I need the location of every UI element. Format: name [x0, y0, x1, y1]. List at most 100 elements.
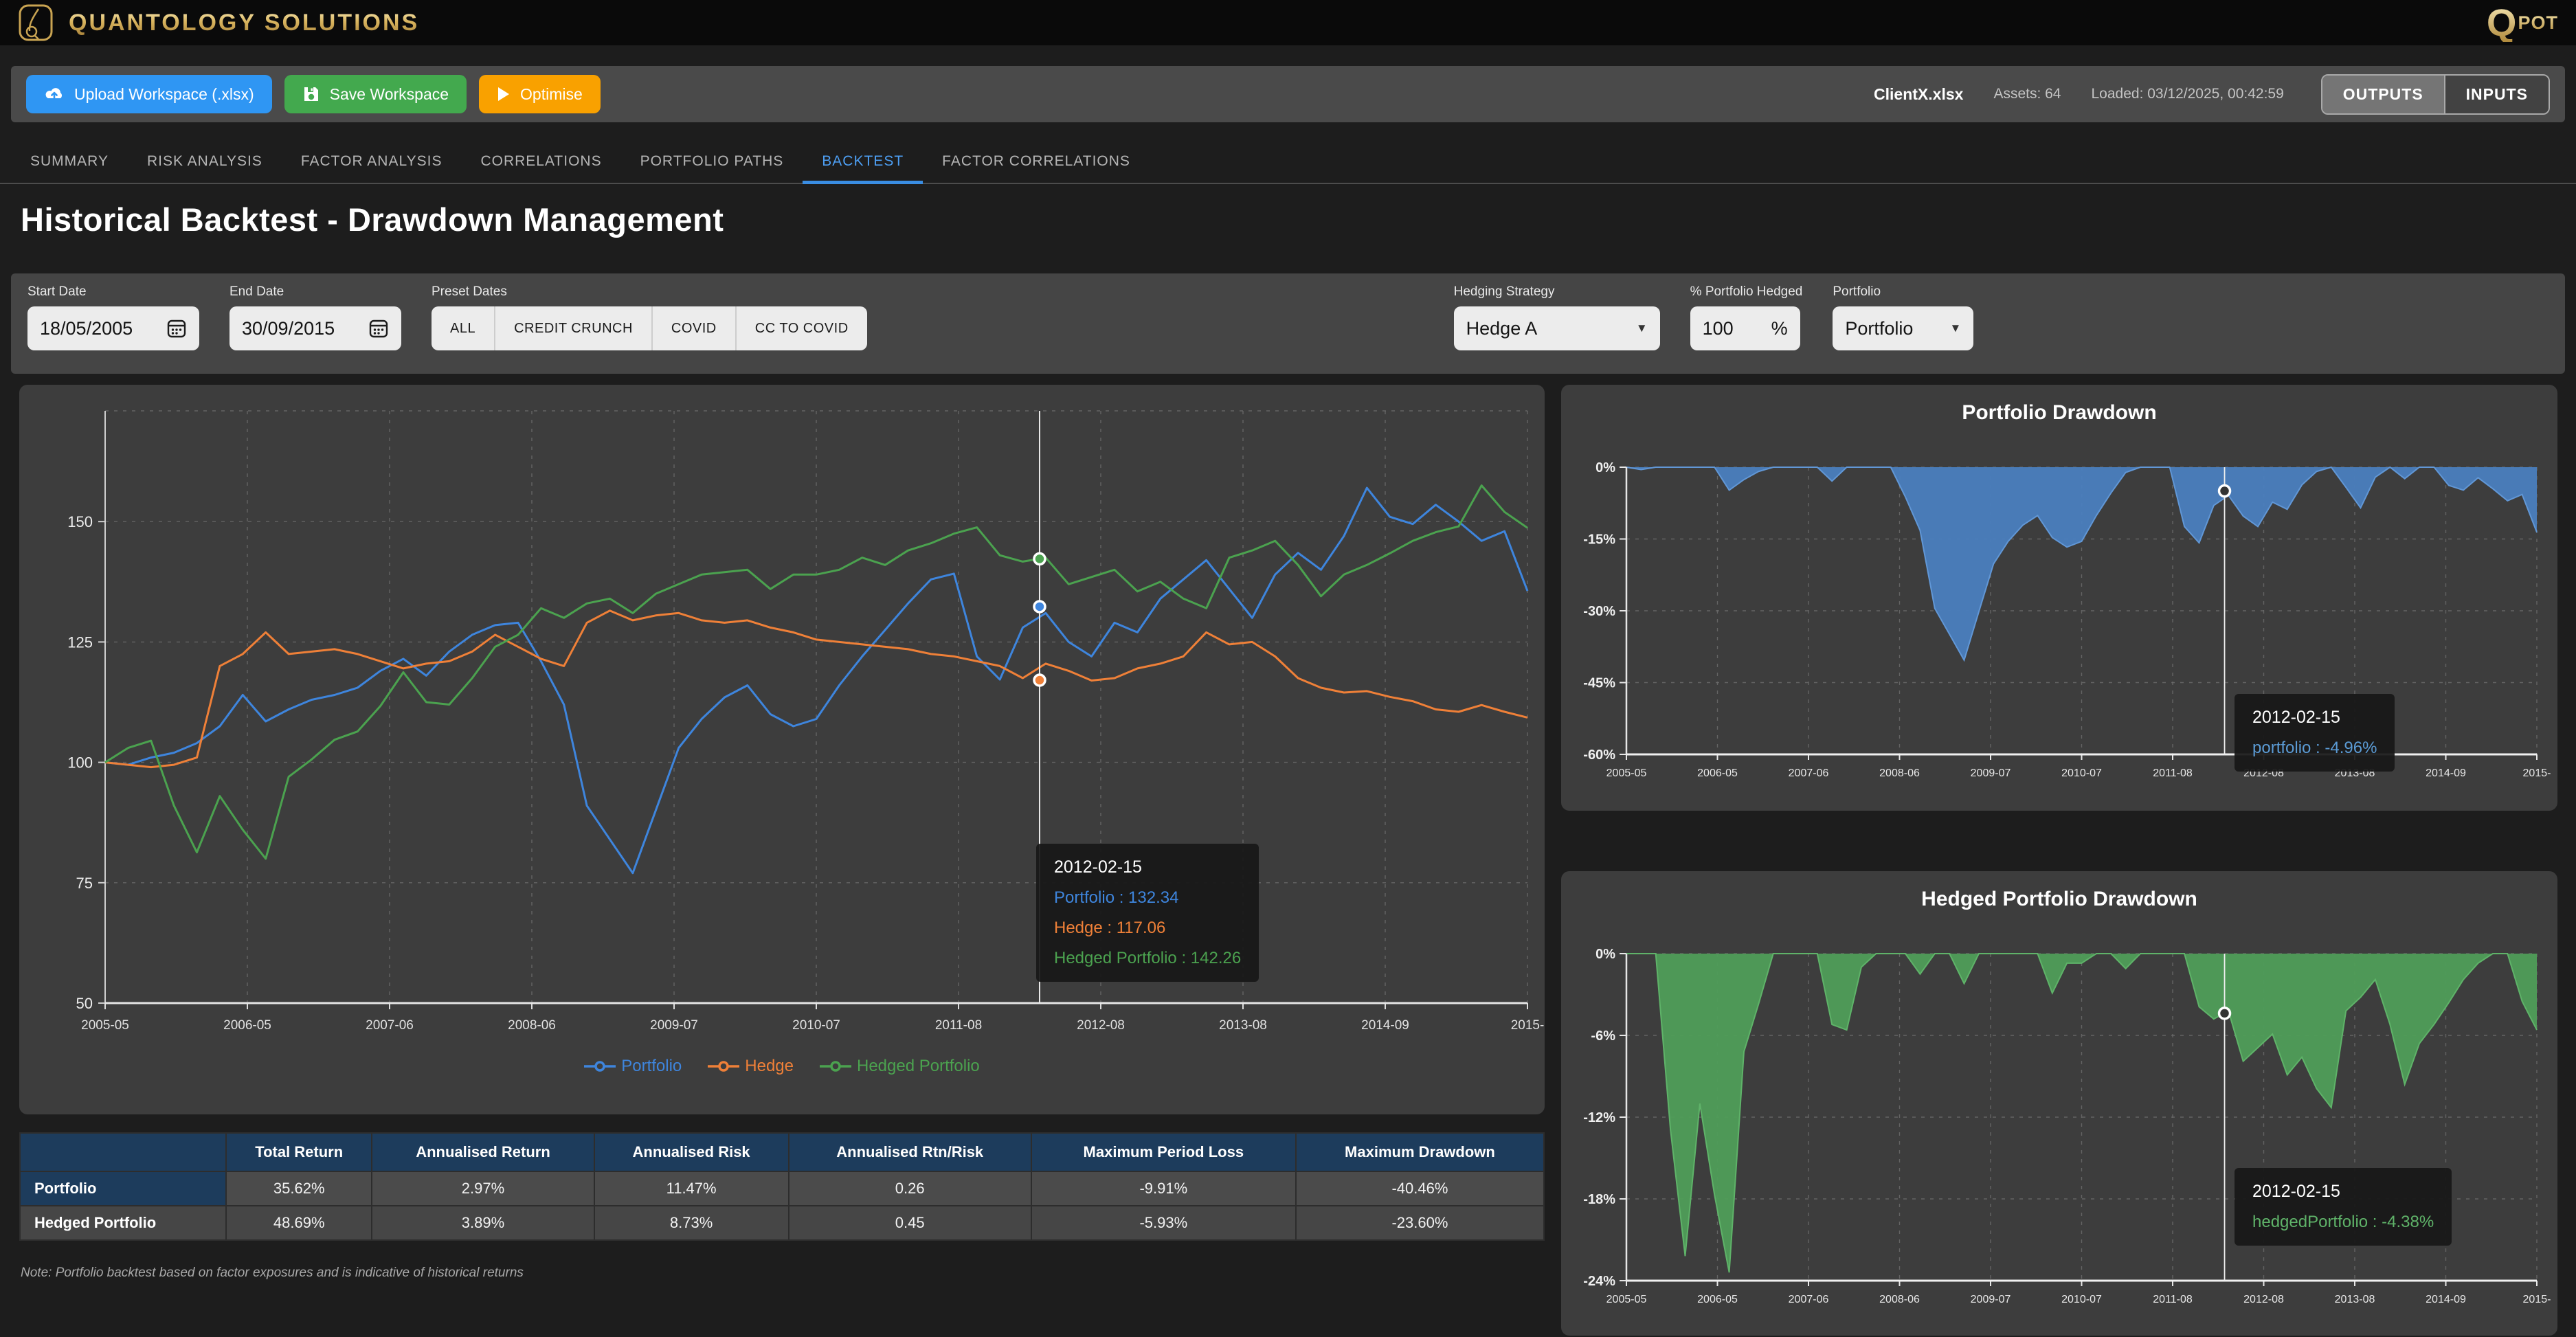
- svg-text:50: 50: [76, 995, 93, 1012]
- svg-text:150: 150: [67, 513, 93, 530]
- backtest-stats-table: Total ReturnAnnualised ReturnAnnualised …: [19, 1132, 1545, 1241]
- svg-text:-6%: -6%: [1591, 1029, 1615, 1044]
- table-row: Portfolio35.62%2.97%11.47%0.26-9.91%-40.…: [20, 1171, 1544, 1206]
- svg-text:-15%: -15%: [1583, 532, 1615, 548]
- svg-text:100: 100: [67, 754, 93, 772]
- portfolio-drawdown-title: Portfolio Drawdown: [1561, 385, 2557, 425]
- portfolio-select-label: Portfolio: [1833, 284, 1973, 300]
- end-date-input[interactable]: 30/09/2015: [229, 306, 401, 350]
- svg-text:2011-08: 2011-08: [2153, 767, 2193, 779]
- svg-text:-45%: -45%: [1583, 676, 1615, 691]
- calendar-icon[interactable]: [368, 318, 389, 339]
- table-column-header: Maximum Period Loss: [1031, 1133, 1296, 1171]
- table-cell: 0.26: [789, 1171, 1031, 1206]
- svg-text:2009-07: 2009-07: [650, 1018, 698, 1033]
- preset-credit-crunch[interactable]: CREDIT CRUNCH: [495, 306, 653, 350]
- workspace-filename: ClientX.xlsx: [1874, 85, 1963, 104]
- qpot-pot-text: POT: [2518, 12, 2558, 34]
- table-cell: 2.97%: [372, 1171, 594, 1206]
- tab-portfolio-paths[interactable]: PORTFOLIO PATHS: [621, 142, 803, 184]
- filter-bar: Start Date 18/05/2005 End Date 30/09/201…: [11, 273, 2565, 374]
- table-cell: 0.45: [789, 1206, 1031, 1240]
- table-cell: 11.47%: [594, 1171, 789, 1206]
- svg-text:2010-07: 2010-07: [792, 1018, 840, 1033]
- table-row-label: Portfolio: [20, 1171, 226, 1206]
- preset-cc-to-covid[interactable]: CC TO COVID: [737, 306, 867, 350]
- hedged-portfolio-drawdown-chart[interactable]: 0%-6%-12%-18%-24%2005-052006-052007-0620…: [1561, 911, 2557, 1329]
- svg-text:75: 75: [76, 875, 93, 892]
- save-floppy-icon: [302, 85, 320, 103]
- pct-hedged-input[interactable]: 100 %: [1690, 306, 1800, 350]
- svg-text:2015-: 2015-: [2523, 1294, 2551, 1305]
- legend-label: Portfolio: [621, 1057, 682, 1076]
- qpot-q-glyph: Q: [2487, 3, 2517, 42]
- portfolio-drawdown-panel: Portfolio Drawdown 0%-15%-30%-45%-60%200…: [1561, 385, 2557, 811]
- optimise-button[interactable]: Optimise: [479, 75, 601, 113]
- legend-label: Hedged Portfolio: [857, 1057, 980, 1076]
- table-row: Hedged Portfolio48.69%3.89%8.73%0.45-5.9…: [20, 1206, 1544, 1240]
- start-date-group: Start Date 18/05/2005: [27, 284, 199, 350]
- tab-backtest[interactable]: BACKTEST: [803, 142, 923, 184]
- table-cell: -5.93%: [1031, 1206, 1296, 1240]
- legend-item-portfolio[interactable]: Portfolio: [584, 1057, 682, 1076]
- hedging-strategy-label: Hedging Strategy: [1454, 284, 1660, 300]
- upload-workspace-button[interactable]: Upload Workspace (.xlsx): [26, 75, 272, 113]
- backtest-line-chart[interactable]: 15012510075502005-052006-052007-062008-0…: [19, 385, 1545, 1051]
- svg-text:2005-05: 2005-05: [81, 1018, 129, 1033]
- optimise-label: Optimise: [520, 85, 583, 104]
- svg-text:2015-: 2015-: [1511, 1018, 1545, 1033]
- top-header: QUANTOLOGY SOLUTIONS Q POT: [0, 0, 2576, 45]
- legend-label: Hedge: [745, 1057, 794, 1076]
- tab-summary[interactable]: SUMMARY: [11, 142, 128, 184]
- table-column-header: Annualised Risk: [594, 1133, 789, 1171]
- assets-count: Assets: 64: [1993, 86, 2061, 102]
- outputs-toggle-button[interactable]: OUTPUTS: [2322, 76, 2444, 113]
- chart-legend: Portfolio Hedge Hedged Portfolio: [19, 1057, 1545, 1076]
- tab-factor-correlations[interactable]: FACTOR CORRELATIONS: [923, 142, 1150, 184]
- start-date-input[interactable]: 18/05/2005: [27, 306, 199, 350]
- tab-factor-analysis[interactable]: FACTOR ANALYSIS: [282, 142, 462, 184]
- table-column-header: Total Return: [226, 1133, 372, 1171]
- end-date-group: End Date 30/09/2015: [229, 284, 401, 350]
- legend-item-hedged-portfolio[interactable]: Hedged Portfolio: [820, 1057, 980, 1076]
- brand: QUANTOLOGY SOLUTIONS: [18, 3, 419, 42]
- svg-text:2011-08: 2011-08: [935, 1018, 982, 1033]
- table-cell: 48.69%: [226, 1206, 372, 1240]
- svg-text:2015-: 2015-: [2523, 767, 2551, 779]
- svg-text:2005-05: 2005-05: [1606, 767, 1647, 779]
- save-workspace-button[interactable]: Save Workspace: [284, 75, 467, 113]
- table-column-header: [20, 1133, 226, 1171]
- pct-hedged-group: % Portfolio Hedged 100 %: [1690, 284, 1803, 350]
- start-date-label: Start Date: [27, 284, 199, 300]
- loaded-timestamp: Loaded: 03/12/2025, 00:42:59: [2092, 86, 2284, 102]
- preset-covid[interactable]: COVID: [653, 306, 737, 350]
- svg-text:2009-07: 2009-07: [1971, 767, 2011, 779]
- svg-text:2006-05: 2006-05: [223, 1018, 271, 1033]
- calendar-icon[interactable]: [166, 318, 187, 339]
- portfolio-drawdown-chart[interactable]: 0%-15%-30%-45%-60%2005-052006-052007-062…: [1561, 425, 2557, 804]
- preset-dates-label: Preset Dates: [432, 284, 867, 300]
- svg-text:0%: 0%: [1595, 947, 1615, 962]
- table-row-label: Hedged Portfolio: [20, 1206, 226, 1240]
- svg-text:2014-09: 2014-09: [2426, 1294, 2466, 1305]
- preset-dates-buttons: ALLCREDIT CRUNCHCOVIDCC TO COVID: [432, 306, 867, 350]
- tab-risk-analysis[interactable]: RISK ANALYSIS: [128, 142, 282, 184]
- legend-item-hedge[interactable]: Hedge: [708, 1057, 794, 1076]
- section-tabs: SUMMARYRISK ANALYSISFACTOR ANALYSISCORRE…: [0, 142, 2576, 184]
- svg-text:-30%: -30%: [1583, 604, 1615, 619]
- pct-hedged-value: 100: [1703, 318, 1734, 339]
- inputs-toggle-button[interactable]: INPUTS: [2444, 76, 2549, 113]
- tab-correlations[interactable]: CORRELATIONS: [461, 142, 620, 184]
- portfolio-select[interactable]: Portfolio ▼: [1833, 306, 1973, 350]
- table-cell: -40.46%: [1296, 1171, 1544, 1206]
- svg-text:2008-06: 2008-06: [1879, 767, 1920, 779]
- svg-text:2013-08: 2013-08: [2335, 1294, 2375, 1305]
- hedging-strategy-select[interactable]: Hedge A ▼: [1454, 306, 1660, 350]
- table-cell: 8.73%: [594, 1206, 789, 1240]
- workspace-toolbar: Upload Workspace (.xlsx) Save Workspace …: [11, 66, 2565, 122]
- backtest-chart-panel: 15012510075502005-052006-052007-062008-0…: [19, 385, 1545, 1114]
- preset-all[interactable]: ALL: [432, 306, 495, 350]
- svg-text:2010-07: 2010-07: [2061, 1294, 2102, 1305]
- preset-dates-group: Preset Dates ALLCREDIT CRUNCHCOVIDCC TO …: [432, 284, 867, 350]
- svg-text:2006-05: 2006-05: [1697, 1294, 1738, 1305]
